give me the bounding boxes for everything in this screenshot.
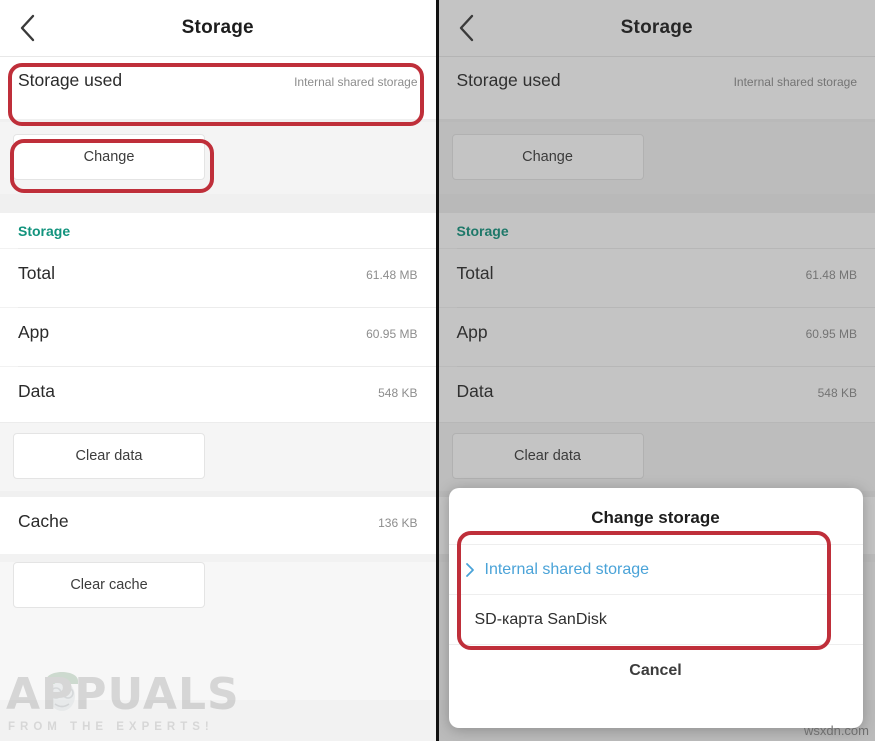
cancel-button-label: Cancel — [629, 662, 682, 679]
clear-data-label: Clear data — [75, 448, 143, 464]
storage-section-header: Storage — [0, 213, 436, 248]
wsxdn-watermark: wsxdn.com — [803, 723, 869, 738]
cache-row[interactable]: Cache 136 KB — [0, 497, 436, 554]
dialog-option-label: Internal shared storage — [484, 560, 650, 578]
change-storage-dialog: Change storage Internal shared storage S… — [448, 488, 863, 728]
spacer-3 — [0, 423, 436, 433]
chevron-right-icon — [465, 562, 475, 578]
left-screen: Storage Storage used Internal shared sto… — [0, 0, 436, 741]
row-label-total: Total — [18, 263, 55, 283]
table-row[interactable]: Data 548 KB — [0, 367, 436, 422]
cache-label: Cache — [18, 511, 69, 531]
storage-used-row[interactable]: Storage used Internal shared storage — [0, 57, 436, 119]
appuals-watermark: APPUALS FROM THE EXPERTS! — [6, 661, 239, 737]
right-screen: Storage Storage used Internal shared sto… — [435, 0, 875, 741]
table-row[interactable]: App 60.95 MB — [0, 308, 436, 366]
row-label-app: App — [18, 322, 50, 342]
spacer-5 — [0, 554, 436, 562]
spacer-2 — [0, 194, 436, 213]
dialog-option-label: SD-карта SanDisk — [474, 610, 607, 628]
appuals-wordmark: APPUALS — [6, 669, 240, 720]
row-value-app: 60.95 MB — [366, 327, 418, 341]
appuals-tagline: FROM THE EXPERTS! — [8, 721, 214, 733]
storage-settings-screen-left: Storage Storage used Internal shared sto… — [0, 0, 436, 741]
change-button-label: Change — [83, 149, 135, 165]
clear-data-button[interactable]: Clear data — [13, 433, 205, 479]
dialog-title: Change storage — [591, 508, 720, 527]
cache-value: 136 KB — [378, 516, 418, 530]
dialog-option-sd-card[interactable]: SD-карта SanDisk — [448, 594, 863, 644]
clear-cache-label: Clear cache — [70, 577, 148, 593]
change-button-area: Change — [0, 122, 436, 194]
screenshot-root: Storage Storage used Internal shared sto… — [0, 0, 875, 741]
row-value-data: 548 KB — [378, 386, 418, 400]
cancel-button[interactable]: Cancel — [448, 644, 863, 697]
storage-used-value: Internal shared storage — [294, 75, 418, 89]
row-label-data: Data — [18, 381, 55, 401]
clear-cache-area: Clear cache — [0, 562, 436, 620]
dialog-option-internal-shared-storage[interactable]: Internal shared storage — [448, 544, 863, 594]
clear-cache-button[interactable]: Clear cache — [13, 562, 205, 608]
clear-data-area: Clear data — [0, 433, 436, 491]
storage-used-label: Storage used — [18, 70, 123, 90]
page-title: Storage — [181, 17, 254, 38]
app-bar: Storage — [0, 0, 436, 56]
change-button[interactable]: Change — [13, 134, 205, 180]
row-value-total: 61.48 MB — [366, 268, 418, 282]
table-row[interactable]: Total 61.48 MB — [0, 249, 436, 307]
